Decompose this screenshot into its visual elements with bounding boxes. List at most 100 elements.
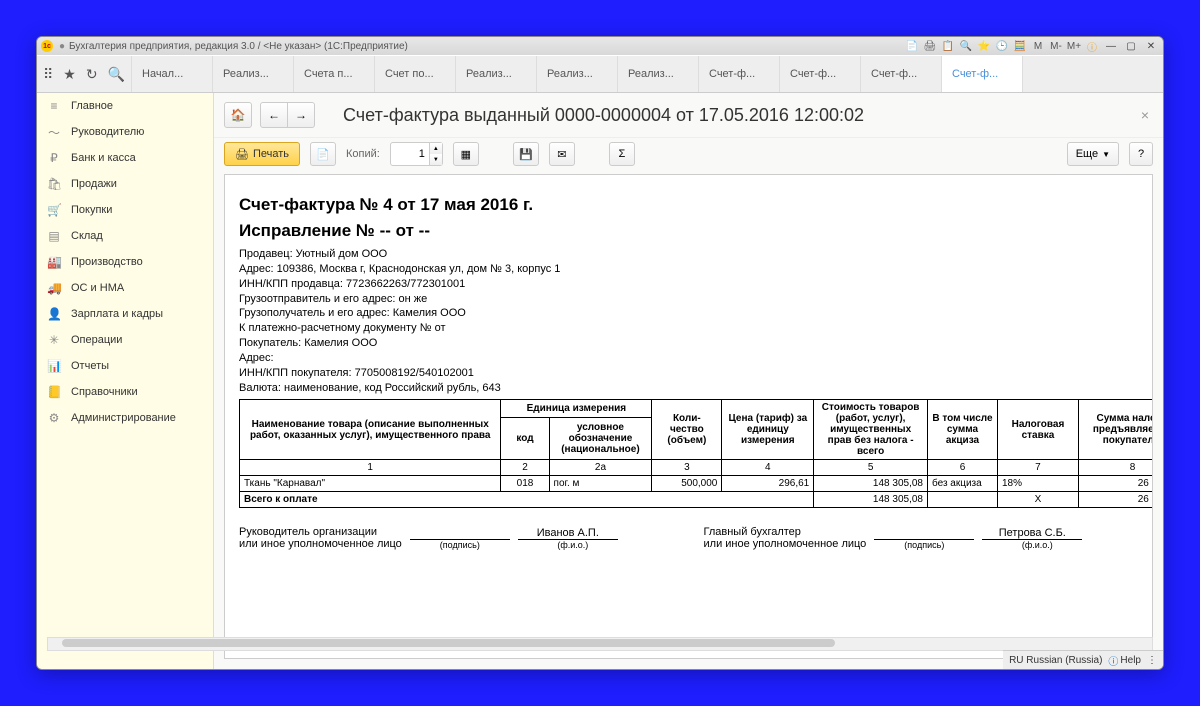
spinner-down[interactable]: ▼	[430, 154, 442, 165]
tb-m[interactable]: M	[1031, 39, 1045, 53]
main-toolbar: ⠿ ★ ↻ 🔍 Начал... Реализ... Счета п... Сч…	[37, 55, 1163, 93]
tb-icon[interactable]: 📄	[905, 39, 919, 53]
close-button[interactable]: ✕	[1143, 39, 1159, 53]
acc-label: Главный бухгалтер или иное уполномоченно…	[704, 526, 867, 550]
tab-realiz-2[interactable]: Реализ...	[455, 56, 536, 92]
history-icon[interactable]: ↻	[86, 66, 98, 83]
sidebar: ≡Главное 〜Руководителю ₽Банк и касса 🛍Пр…	[37, 93, 214, 669]
nav-warehouse[interactable]: ▤Склад	[37, 223, 213, 249]
shipper: Грузоотправитель и его адрес: он же	[239, 292, 1138, 307]
tab-schet-po[interactable]: Счет по...	[374, 56, 455, 92]
page-title: Счет-фактура выданный 0000-0000004 от 17…	[343, 105, 864, 126]
nav-reports[interactable]: 📊Отчеты	[37, 353, 213, 379]
save-button[interactable]: 💾	[513, 142, 539, 166]
gear-icon: ⚙	[47, 411, 61, 425]
tab-realiz-1[interactable]: Реализ...	[212, 56, 293, 92]
tb-icon[interactable]: 🧮	[1013, 39, 1027, 53]
nav-assets[interactable]: 🚚ОС и НМА	[37, 275, 213, 301]
tab-sf-active[interactable]: Счет-ф...	[941, 56, 1023, 92]
tab-realiz-3[interactable]: Реализ...	[536, 56, 617, 92]
buyer-inn: ИНН/КПП покупателя: 7705008192/540102001	[239, 366, 1138, 381]
document-area[interactable]: Счет-фактура № 4 от 17 мая 2016 г. Испра…	[224, 174, 1153, 659]
nav-admin[interactable]: ⚙Администрирование	[37, 405, 213, 431]
app-title: Бухгалтерия предприятия, редакция 3.0 / …	[69, 41, 408, 52]
print-button[interactable]: 🖨Печать	[224, 142, 300, 166]
seller-inn: ИНН/КПП продавца: 7723662263/772301001	[239, 277, 1138, 292]
seller: Продавец: Уютный дом ООО	[239, 247, 1138, 262]
buyer-addr: Адрес:	[239, 351, 1138, 366]
logo-1c: 1c	[41, 40, 53, 52]
maximize-button[interactable]: ▢	[1123, 39, 1139, 53]
consignee: Грузополучатель и его адрес: Камелия ООО	[239, 306, 1138, 321]
tab-start[interactable]: Начал...	[131, 56, 212, 92]
menu-icon: ≡	[47, 99, 61, 113]
invoice-table: Наименование товара (описание выполненны…	[239, 399, 1153, 508]
chart-icon: 〜	[47, 124, 61, 141]
back-button[interactable]: ←	[260, 102, 288, 128]
fwd-button[interactable]: →	[288, 102, 315, 128]
tab-sf-2[interactable]: Счет-ф...	[779, 56, 860, 92]
ruble-icon: ₽	[47, 151, 61, 165]
help-button[interactable]: ?	[1129, 142, 1153, 166]
paydoc: К платежно-расчетному документу № от	[239, 321, 1138, 336]
book-icon: 📒	[47, 385, 61, 399]
factory-icon: 🏭	[47, 255, 61, 269]
tb-icon[interactable]: 🔍	[959, 39, 973, 53]
nav-operations[interactable]: ✳Операции	[37, 327, 213, 353]
warehouse-icon: ▤	[47, 229, 61, 243]
tb-icon[interactable]: 🖨	[923, 39, 937, 53]
home-button[interactable]: 🏠	[224, 102, 252, 128]
nav-directories[interactable]: 📒Справочники	[37, 379, 213, 405]
buyer: Покупатель: Камелия ООО	[239, 336, 1138, 351]
person-icon: 👤	[47, 307, 61, 321]
lang-indicator[interactable]: RU Russian (Russia)	[1009, 655, 1102, 666]
seller-address: Адрес: 109386, Москва г, Краснодонская у…	[239, 262, 1138, 277]
tb-m-plus[interactable]: M+	[1067, 39, 1081, 53]
sum-button[interactable]: Σ	[609, 142, 635, 166]
reports-icon: 📊	[47, 359, 61, 373]
tab-sf-3[interactable]: Счет-ф...	[860, 56, 941, 92]
resize-grip[interactable]: ⋮	[1147, 655, 1157, 666]
preview-button[interactable]: 📄	[310, 142, 336, 166]
mail-button[interactable]: ✉	[549, 142, 575, 166]
export-button[interactable]: ▦	[453, 142, 479, 166]
table-row: Ткань "Карнавал" 018 пог. м 500,000 296,…	[240, 476, 1154, 492]
nav-main[interactable]: ≡Главное	[37, 93, 213, 119]
copies-label: Копий:	[346, 148, 380, 160]
currency: Валюта: наименование, код Российский руб…	[239, 381, 1138, 396]
cart-icon: 🛒	[47, 203, 61, 217]
titlebar: 1c ● Бухгалтерия предприятия, редакция 3…	[37, 37, 1163, 55]
tb-m-minus[interactable]: M-	[1049, 39, 1063, 53]
spinner-up[interactable]: ▲	[430, 143, 442, 154]
tab-realiz-4[interactable]: Реализ...	[617, 56, 698, 92]
help-link[interactable]: ⓘHelp	[1108, 653, 1141, 668]
nav-purchases[interactable]: 🛒Покупки	[37, 197, 213, 223]
chevron-down-icon: ▼	[1102, 150, 1110, 159]
tab-sf-1[interactable]: Счет-ф...	[698, 56, 779, 92]
search-icon[interactable]: 🔍	[108, 66, 125, 83]
tb-icon[interactable]: 🕒	[995, 39, 1009, 53]
nav-sales[interactable]: 🛍Продажи	[37, 171, 213, 197]
nav-hr[interactable]: 👤Зарплата и кадры	[37, 301, 213, 327]
nav-production[interactable]: 🏭Производство	[37, 249, 213, 275]
invoice-title: Счет-фактура № 4 от 17 мая 2016 г.	[239, 195, 1138, 215]
apps-icon[interactable]: ⠿	[43, 66, 53, 83]
tb-icon[interactable]: ⭐	[977, 39, 991, 53]
nav-manager[interactable]: 〜Руководителю	[37, 119, 213, 145]
minimize-button[interactable]: —	[1103, 39, 1119, 53]
correction-title: Исправление № -- от --	[239, 221, 1138, 241]
copies-input[interactable]	[391, 148, 429, 160]
head-label: Руководитель организации или иное уполно…	[239, 526, 402, 550]
close-tab-button[interactable]: ×	[1137, 103, 1153, 127]
horizontal-scrollbar[interactable]	[214, 637, 1153, 651]
more-button[interactable]: Еще▼	[1067, 142, 1119, 166]
bag-icon: 🛍	[47, 177, 61, 191]
copies-spinner[interactable]: ▲▼	[390, 142, 443, 166]
table-total-row: Всего к оплате 148 305,08 Х 26 694,92	[240, 492, 1154, 508]
star-icon[interactable]: ★	[63, 66, 76, 83]
tab-scheta-p[interactable]: Счета п...	[293, 56, 374, 92]
nav-bank[interactable]: ₽Банк и касса	[37, 145, 213, 171]
info-icon[interactable]: ⓘ	[1085, 39, 1099, 53]
tb-icon[interactable]: 📋	[941, 39, 955, 53]
statusbar: RU Russian (Russia) ⓘHelp ⋮	[1003, 650, 1163, 669]
